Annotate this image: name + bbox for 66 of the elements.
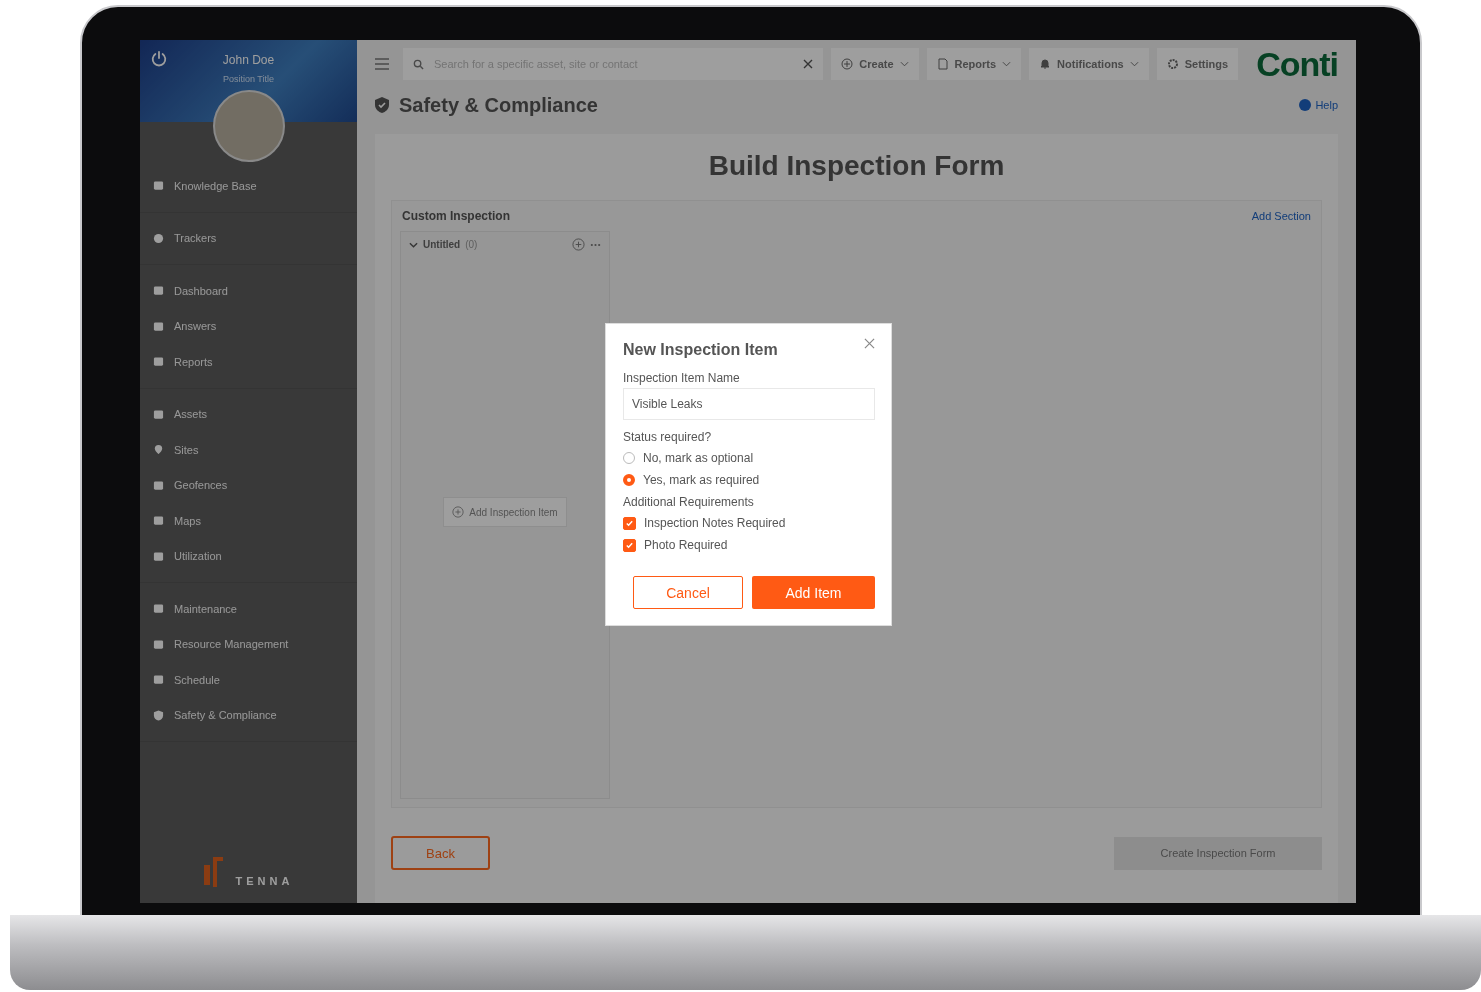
back-button[interactable]: Back — [391, 836, 490, 870]
page-title: Safety & Compliance — [399, 93, 598, 117]
power-icon[interactable] — [150, 50, 168, 68]
column-title: Untitled — [423, 239, 461, 250]
checkbox[interactable] — [623, 538, 636, 552]
sidebar-item[interactable]: Answers — [140, 308, 357, 344]
option-label: Inspection Notes Required — [644, 516, 786, 530]
sidebar-item[interactable]: Knowledge Base — [140, 168, 357, 204]
sidebar-item[interactable]: Maintenance — [140, 591, 357, 627]
shield-icon — [153, 709, 164, 721]
sidebar-item[interactable]: Maps — [140, 503, 357, 539]
bell-icon — [1039, 58, 1052, 70]
chevron-down-icon — [1002, 61, 1012, 67]
plus-circle-icon — [452, 506, 465, 518]
option-label: Photo Required — [644, 538, 728, 552]
user-name: John Doe — [222, 53, 275, 67]
form-title: Build Inspection Form — [707, 150, 1006, 182]
section-title: Custom Inspection — [402, 209, 510, 223]
search-icon — [413, 58, 424, 70]
add-section-link[interactable]: Add Section — [1251, 210, 1311, 222]
plus-circle-icon[interactable] — [572, 238, 585, 251]
radio-button[interactable] — [623, 474, 635, 486]
toolbar-menu-button[interactable]: Reports — [926, 48, 1022, 80]
toolbar-menu-button[interactable]: Settings — [1156, 48, 1239, 80]
sidebar-item[interactable]: Reports — [140, 344, 357, 380]
field-label: Status required? — [623, 430, 713, 444]
gear-icon — [1166, 58, 1179, 70]
sidebar-item[interactable]: Geofences — [140, 467, 357, 503]
shield-check-icon — [375, 97, 389, 113]
help-icon — [1299, 99, 1312, 111]
user-position: Position Title — [223, 74, 274, 84]
sidebar-item[interactable]: Assets — [140, 396, 357, 432]
checkmark-icon — [625, 540, 634, 550]
plus-circle-icon — [841, 58, 854, 70]
chevron-down-icon — [1129, 61, 1139, 67]
brand-name: TENNA — [235, 875, 294, 887]
sidebar-item[interactable]: Resource Management — [140, 626, 357, 662]
input-field[interactable]: Visible Leaks — [623, 388, 875, 420]
add-inspection-item-button[interactable]: Add Inspection Item — [443, 497, 567, 527]
toolbar-menu-button[interactable]: Notifications — [1029, 48, 1149, 80]
field-label: Inspection Item Name — [623, 371, 741, 385]
sidebar-item[interactable]: Dashboard — [140, 273, 357, 309]
chevron-down-icon[interactable] — [409, 241, 418, 248]
close-icon[interactable] — [864, 338, 875, 349]
sidebar-item[interactable]: Schedule — [140, 662, 357, 698]
sidebar-item[interactable]: Utilization — [140, 538, 357, 574]
sidebar-item[interactable]: Trackers — [140, 220, 357, 256]
help-link[interactable]: Help — [1299, 99, 1338, 111]
option-label: Yes, mark as required — [643, 473, 760, 487]
sidebar-item[interactable]: Safety & Compliance — [140, 697, 357, 733]
add-item-button[interactable]: Add Item — [752, 576, 875, 609]
checkmark-icon — [625, 518, 634, 528]
dot-icon — [153, 232, 164, 244]
sidebar-item[interactable]: Sites — [140, 432, 357, 468]
cancel-button[interactable]: Cancel — [633, 576, 743, 609]
company-logo: Conti — [1256, 44, 1338, 84]
clear-icon[interactable] — [803, 59, 814, 69]
toolbar-menu-button[interactable]: Create — [831, 48, 919, 80]
checkbox[interactable] — [623, 516, 636, 530]
field-label: Additional Requirements — [623, 495, 755, 509]
filter-menu-icon[interactable] — [375, 58, 389, 70]
pin-icon — [153, 444, 164, 456]
chevron-down-icon — [899, 61, 909, 67]
option-label: No, mark as optional — [643, 451, 754, 465]
modal-title: New Inspection Item — [623, 341, 778, 359]
more-icon[interactable] — [590, 242, 601, 247]
